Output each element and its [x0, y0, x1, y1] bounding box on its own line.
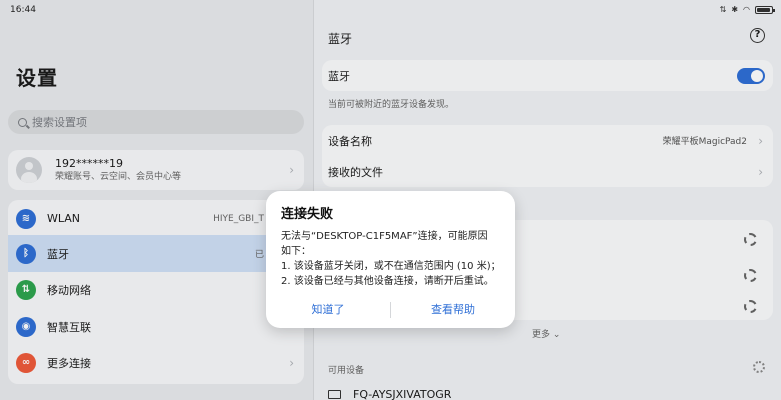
- dialog-line: 无法与“DESKTOP-C1F5MAF”连接，可能原因: [281, 231, 488, 242]
- view-help-button[interactable]: 查看帮助: [391, 298, 515, 322]
- dialog-title: 连接失败: [281, 207, 334, 222]
- ok-button[interactable]: 知道了: [266, 298, 390, 322]
- dialog-line: 如下：: [281, 246, 311, 257]
- dialog-message: 无法与“DESKTOP-C1F5MAF”连接，可能原因 如下： 1. 该设备蓝牙…: [281, 229, 506, 289]
- dialog-buttons: 知道了 查看帮助: [266, 298, 515, 322]
- connection-failed-dialog: 连接失败 无法与“DESKTOP-C1F5MAF”连接，可能原因 如下： 1. …: [266, 191, 515, 328]
- dialog-line: 1. 该设备蓝牙关闭，或不在通信范围内 (10 米)；: [281, 261, 501, 272]
- dialog-line: 2. 该设备已经与其他设备连接，请断开后重试。: [281, 276, 494, 287]
